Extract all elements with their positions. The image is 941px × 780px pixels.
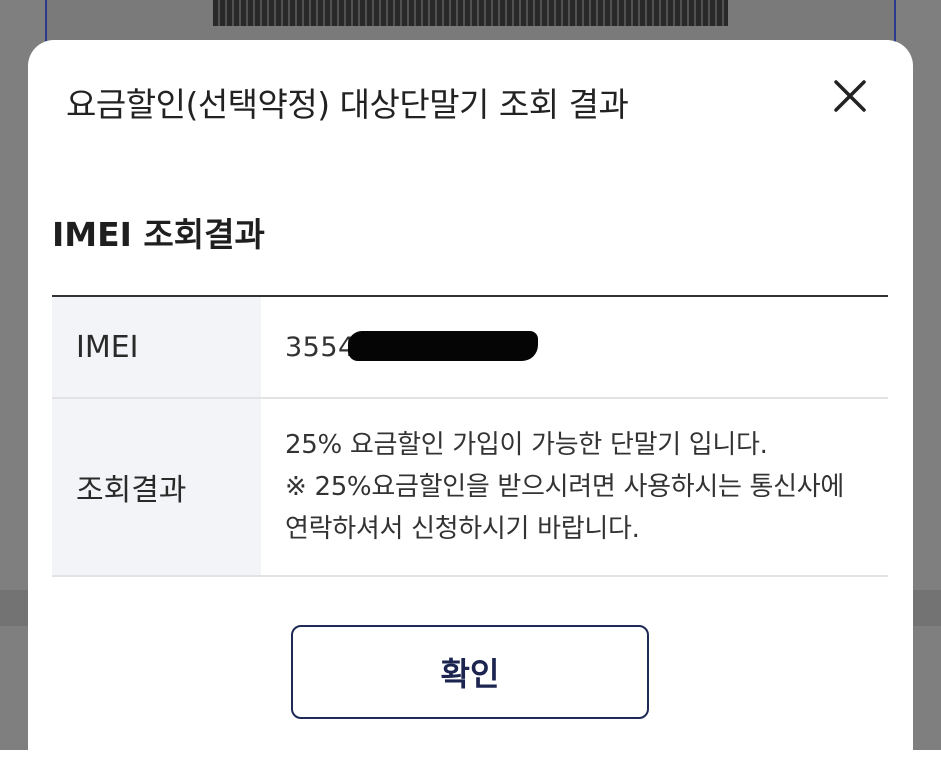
confirm-button[interactable]: 확인 xyxy=(291,625,649,719)
background-captcha-image xyxy=(213,0,728,26)
close-icon xyxy=(834,80,866,112)
result-label: 조회결과 xyxy=(52,399,261,575)
result-line-2: ※ 25%요금할인을 받으시려면 사용하시는 통신사에 xyxy=(285,472,845,502)
table-row-imei: IMEI 35540 xyxy=(52,297,888,399)
result-message: 25% 요금할인 가입이 가능한 단말기 입니다. ※ 25%요금할인을 받으시… xyxy=(285,424,844,550)
imei-label: IMEI xyxy=(52,297,261,397)
table-row-result: 조회결과 25% 요금할인 가입이 가능한 단말기 입니다. ※ 25%요금할인… xyxy=(52,399,888,577)
result-line-1: 25% 요금할인 가입이 가능한 단말기 입니다. xyxy=(285,430,768,460)
modal-title: 요금할인(선택약정) 대상단말기 조회 결과 xyxy=(66,85,629,124)
result-modal: 요금할인(선택약정) 대상단말기 조회 결과 IMEI 조회결과 IMEI 35… xyxy=(28,40,913,780)
imei-result-table: IMEI 35540 조회결과 25% 요금할인 가입이 가능한 단말기 입니다… xyxy=(52,295,888,577)
result-value-cell: 25% 요금할인 가입이 가능한 단말기 입니다. ※ 25%요금할인을 받으시… xyxy=(261,399,888,575)
redaction-mark xyxy=(348,331,538,361)
section-title: IMEI 조회결과 xyxy=(52,215,265,254)
result-line-3: 연락하셔서 신청하시기 바랍니다. xyxy=(285,514,640,544)
close-button[interactable] xyxy=(828,74,872,118)
imei-value-cell: 35540 xyxy=(261,297,888,397)
